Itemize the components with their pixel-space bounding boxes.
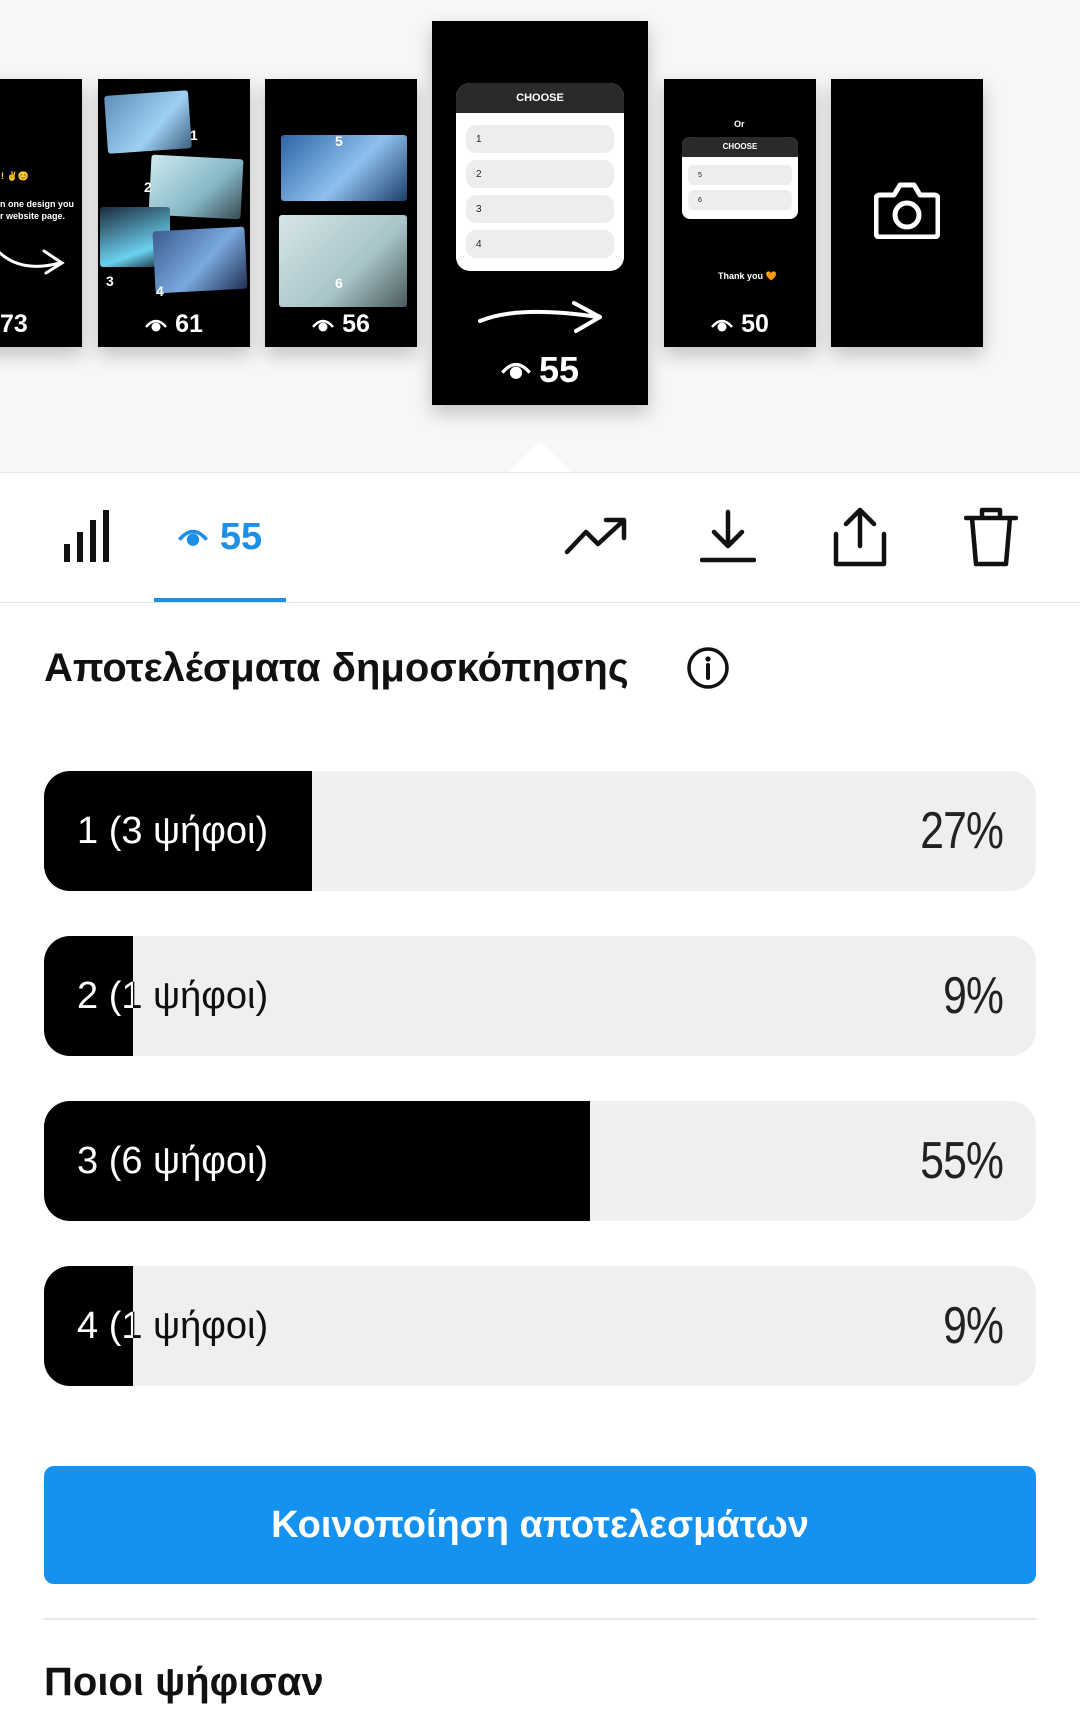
share-results-button[interactable]: Κοινοποίηση αποτελεσμάτων xyxy=(44,1466,1036,1584)
photo-number: 5 xyxy=(335,133,343,149)
story-text: , ! ✌😊 xyxy=(0,171,29,181)
story-thumbnail[interactable]: 1 2 3 4 61 xyxy=(98,79,250,347)
poll-sticker-header: CHOOSE xyxy=(456,83,624,113)
story-views: 55 xyxy=(432,349,648,391)
story-thumbnail[interactable]: , ! ✌😊 n one design you r website page. … xyxy=(0,79,82,347)
eye-icon xyxy=(312,319,335,331)
bar-chart-icon[interactable] xyxy=(62,510,112,562)
story-photo xyxy=(281,135,407,201)
poll-option-label: 3 (6 ψήφοι) xyxy=(77,1140,269,1182)
poll-sticker-header: CHOOSE xyxy=(682,137,798,157)
photo-number: 6 xyxy=(335,275,343,291)
tab-underline xyxy=(154,598,286,602)
poll-option-label: 1 (3 ψήφοι) xyxy=(77,810,269,852)
poll-result-bar: 4 (1 ψήφοι) 9% xyxy=(44,1266,1036,1386)
trending-icon[interactable] xyxy=(564,516,628,556)
poll-results-title: Αποτελέσματα δημοσκόπησης xyxy=(44,646,629,690)
poll-option-percent: 27% xyxy=(920,802,1004,860)
story-text: Thank you 🧡 xyxy=(718,271,777,281)
eye-icon xyxy=(177,529,208,546)
poll-sticker: CHOOSE 5 6 xyxy=(682,137,798,219)
poll-result-bar: 3 (6 ψήφοι) 55% xyxy=(44,1101,1036,1221)
poll-sticker-option: 6 xyxy=(688,190,792,210)
story-thumbnail[interactable]: 5 6 56 xyxy=(265,79,417,347)
photo-number: 4 xyxy=(156,283,164,299)
share-icon[interactable] xyxy=(832,506,888,568)
poll-option-percent: 9% xyxy=(943,1297,1004,1355)
story-photo xyxy=(152,226,248,294)
story-views: 50 xyxy=(664,310,816,339)
camera-icon xyxy=(874,182,940,239)
eye-icon xyxy=(711,319,734,331)
views-count: 55 xyxy=(219,515,263,558)
photo-number: 3 xyxy=(106,273,114,289)
story-toolbar: 55 xyxy=(0,472,1080,603)
add-story-camera[interactable] xyxy=(831,79,983,347)
eye-icon xyxy=(501,362,531,379)
selection-pointer xyxy=(508,441,572,472)
trash-icon[interactable] xyxy=(964,506,1018,568)
divider xyxy=(44,1618,1036,1620)
poll-sticker-option: 3 xyxy=(466,195,614,223)
poll-result-bar: 2 (1 ψήφοι) 9% xyxy=(44,936,1036,1056)
story-thumbnail-selected[interactable]: CHOOSE 1 2 3 4 55 xyxy=(432,21,648,405)
story-views: 61 xyxy=(98,310,250,339)
poll-sticker-option: 5 xyxy=(688,165,792,185)
tab-views[interactable]: 55 xyxy=(154,502,286,572)
story-carousel: , ! ✌😊 n one design you r website page. … xyxy=(0,0,1080,473)
photo-number: 2 xyxy=(144,179,152,195)
poll-sticker: CHOOSE 1 2 3 4 xyxy=(456,83,624,271)
poll-sticker-option: 4 xyxy=(466,230,614,258)
story-text: r website page. xyxy=(0,211,66,221)
voters-section-title: Ποιοι ψήφισαν xyxy=(44,1660,324,1704)
story-thumbnail[interactable]: Or CHOOSE 5 6 Thank you 🧡 50 xyxy=(664,79,816,347)
info-icon[interactable] xyxy=(686,646,730,690)
poll-sticker-option: 1 xyxy=(466,125,614,153)
story-text: n one design you xyxy=(0,199,75,209)
story-photo xyxy=(279,215,407,307)
download-icon[interactable] xyxy=(700,508,756,564)
story-views: 73 xyxy=(0,310,28,338)
eye-icon xyxy=(145,319,168,331)
story-text: Or xyxy=(734,119,745,129)
arrow-doodle-icon xyxy=(478,301,602,333)
photo-number: 1 xyxy=(190,127,198,143)
poll-sticker-option: 2 xyxy=(466,160,614,188)
arrow-doodle-icon xyxy=(0,249,65,275)
poll-option-label: 4 (1 ψήφοι) xyxy=(77,1305,269,1347)
poll-option-percent: 9% xyxy=(943,967,1004,1025)
story-photo xyxy=(104,90,192,154)
poll-option-percent: 55% xyxy=(920,1132,1004,1190)
poll-result-bar: 1 (3 ψήφοι) 27% xyxy=(44,771,1036,891)
poll-option-label: 2 (1 ψήφοι) xyxy=(77,975,269,1017)
story-views: 56 xyxy=(265,310,417,339)
